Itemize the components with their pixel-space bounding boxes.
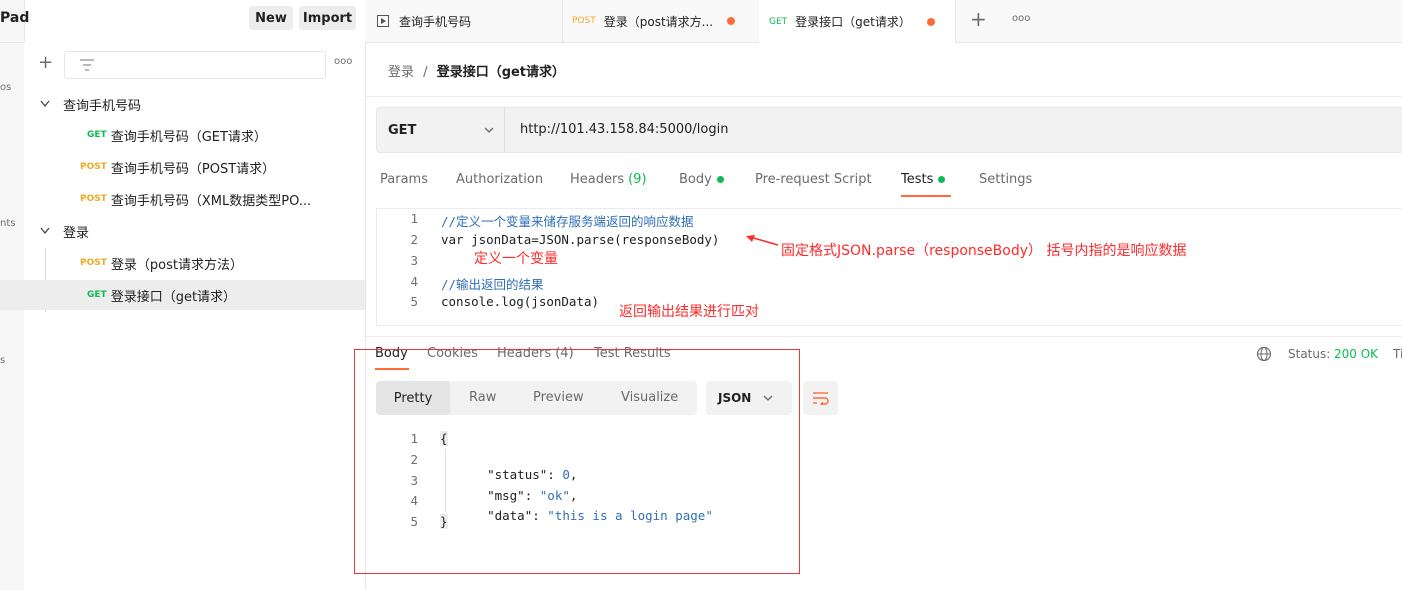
annotation-json-parse: 固定格式JSON.parse（responseBody） 括号内指的是响应数据 [781, 243, 1187, 259]
rail-label-collections[interactable]: os [0, 82, 11, 93]
request-item-selected[interactable]: GET 登录接口（get请求） [0, 280, 365, 310]
tab-settings[interactable]: Settings [979, 172, 1032, 187]
tests-indicator-icon [938, 176, 946, 183]
tab-label: 登录接口（get请求） [795, 15, 911, 29]
line-number: 3 [410, 253, 418, 268]
code-line: console.log(jsonData) [441, 294, 600, 309]
breadcrumb: 登录 / 登录接口（get请求） [388, 61, 565, 80]
tab-headers-label: Headers [570, 172, 625, 187]
pane-divider [365, 336, 1402, 337]
tab-query-phone[interactable]: 查询手机号码 [365, 0, 563, 42]
line-number: 2 [410, 232, 418, 247]
request-item[interactable]: POST 登录（post请求方法） [24, 248, 365, 278]
add-collection-icon[interactable]: + [38, 52, 53, 73]
tab-login-post[interactable]: POST 登录（post请求方... [562, 0, 760, 42]
method-badge: GET [769, 16, 788, 27]
breadcrumb-separator: / [423, 65, 428, 80]
line-number: 4 [410, 274, 418, 289]
breadcrumb-current[interactable]: 登录接口（get请求） [437, 65, 565, 80]
new-button[interactable]: New [249, 6, 293, 30]
request-item[interactable]: POST 查询手机号码（POST请求） [24, 152, 365, 182]
tab-params[interactable]: Params [380, 172, 428, 187]
tab-body-label: Body [679, 172, 712, 187]
folder-label: 登录 [63, 225, 90, 241]
chevron-down-icon [484, 127, 494, 133]
request-tab-icon [377, 15, 389, 27]
chevron-down-icon [40, 100, 50, 108]
workspace-title: Pad [0, 10, 30, 26]
tab-authorization[interactable]: Authorization [456, 172, 543, 187]
breadcrumb-parent[interactable]: 登录 [388, 65, 414, 80]
method-value: GET [388, 122, 417, 138]
rail-label-environments[interactable]: nts [0, 218, 15, 229]
request-item[interactable]: POST 查询手机号码（XML数据类型PO... [24, 184, 365, 214]
tab-body[interactable]: Body [679, 172, 724, 187]
line-number: 5 [410, 294, 418, 309]
request-label: 登录接口（get请求） [110, 289, 237, 305]
method-badge: GET [87, 290, 107, 300]
request-label: 登录（post请求方法） [110, 257, 243, 273]
unsaved-dot-icon [727, 17, 736, 25]
folder-row[interactable]: 登录 [24, 216, 365, 246]
chevron-down-icon [40, 227, 50, 235]
annotation-arrow-icon [746, 235, 779, 246]
highlight-box [354, 349, 800, 574]
tab-tests-label: Tests [901, 172, 934, 187]
tab-tests[interactable]: Tests [901, 172, 946, 187]
body-indicator-icon [716, 176, 724, 183]
tab-label: 登录（post请求方... [603, 14, 714, 29]
request-label: 查询手机号码（POST请求） [110, 161, 276, 177]
method-select[interactable]: GET [376, 108, 505, 152]
sidebar-more-icon[interactable]: ooo [334, 56, 352, 67]
filter-input[interactable] [64, 51, 326, 79]
tab-label: 查询手机号码 [399, 14, 472, 29]
code-line: var jsonData=JSON.parse(responseBody) [441, 232, 720, 247]
method-badge: POST [80, 258, 107, 268]
request-item[interactable]: GET 查询手机号码（GET请求） [24, 120, 365, 150]
url-input[interactable]: http://101.43.158.84:5000/login [520, 122, 728, 137]
tab-pre-request-script[interactable]: Pre-request Script [755, 172, 872, 187]
wrap-lines-button[interactable] [803, 381, 838, 415]
rail-label-history[interactable]: s [0, 355, 5, 366]
request-label: 查询手机号码（XML数据类型PO... [110, 193, 312, 209]
code-comment: //定义一个变量来储存服务端返回的响应数据 [441, 214, 694, 229]
headers-count: (9) [628, 172, 647, 187]
tab-login-get[interactable]: GET 登录接口（get请求） [759, 0, 956, 43]
wrap-lines-icon [813, 392, 829, 405]
import-button[interactable]: Import [299, 6, 356, 30]
method-badge: POST [80, 194, 107, 204]
filter-icon [80, 59, 94, 71]
time-label-cut: Ti [1393, 347, 1402, 361]
new-tab-icon[interactable]: + [970, 7, 987, 31]
line-number: 1 [410, 211, 418, 226]
folder-row[interactable]: 查询手机号码 [24, 89, 365, 119]
annotation-define-variable: 定义一个变量 [474, 251, 558, 267]
method-badge: POST [572, 16, 596, 26]
annotation-output-result: 返回输出结果进行匹对 [619, 304, 759, 320]
method-badge: GET [87, 130, 107, 140]
code-comment: //输出返回的结果 [441, 277, 544, 292]
unsaved-dot-icon [926, 17, 935, 26]
tabs-more-icon[interactable]: ooo [1012, 13, 1030, 24]
folder-label: 查询手机号码 [63, 98, 142, 114]
request-label: 查询手机号码（GET请求） [110, 129, 267, 145]
status-value[interactable]: 200 OK [1334, 347, 1378, 361]
globe-icon[interactable] [1256, 346, 1272, 362]
status-label: Status: [1288, 347, 1331, 361]
active-tab-underline [901, 195, 951, 197]
method-badge: POST [80, 162, 107, 172]
tab-headers[interactable]: Headers (9) [570, 172, 647, 187]
divider [365, 96, 1402, 97]
